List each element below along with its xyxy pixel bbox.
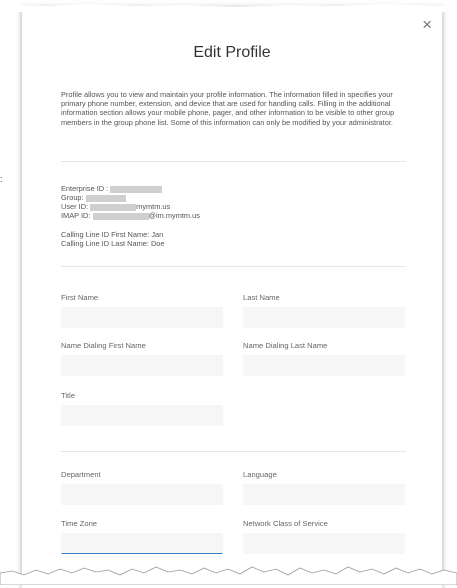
close-icon[interactable]: × — [422, 16, 432, 33]
redacted-user-id — [90, 203, 137, 211]
name-dialing-last-name-input[interactable] — [243, 355, 405, 376]
background-edge-glyph: : — [0, 174, 3, 184]
divider — [61, 266, 406, 267]
name-dialing-first-name-label: Name Dialing First Name — [61, 341, 146, 350]
group-label: Group: — [61, 193, 84, 202]
torn-top-edge — [16, 4, 446, 12]
network-class-of-service-label: Network Class of Service — [243, 519, 328, 528]
last-name-input[interactable] — [243, 307, 405, 328]
edit-profile-modal: × Edit Profile Profile allows you to vie… — [22, 8, 442, 588]
redacted-group — [85, 194, 126, 202]
calling-line-last-name: Calling Line ID Last Name: Doe — [61, 239, 165, 248]
user-id-row: User ID: mymtm.us — [61, 202, 170, 211]
imap-id-suffix: @im.mymtm.us — [148, 211, 200, 220]
title-input[interactable] — [61, 405, 223, 426]
time-zone-label: Time Zone — [61, 519, 98, 528]
intro-text: Profile allows you to view and maintain … — [61, 90, 395, 127]
first-name-input[interactable] — [61, 307, 223, 328]
divider — [61, 451, 406, 452]
department-input[interactable] — [61, 484, 223, 505]
enterprise-id-row: Enterprise ID : — [61, 184, 163, 193]
imap-id-row: IMAP ID: @im.mymtm.us — [61, 211, 200, 220]
modal-title: Edit Profile — [193, 44, 271, 61]
time-zone-select[interactable] — [61, 533, 223, 554]
imap-id-label: IMAP ID: — [61, 211, 91, 220]
last-name-label: Last Name — [243, 293, 280, 302]
user-id-suffix: mymtm.us — [136, 202, 171, 211]
enterprise-id-label: Enterprise ID : — [61, 184, 109, 193]
redacted-enterprise-id — [110, 185, 163, 193]
redacted-imap-id — [92, 212, 149, 220]
network-class-of-service-select[interactable] — [243, 533, 405, 554]
language-label: Language — [243, 470, 277, 479]
title-label: Title — [61, 391, 76, 400]
divider — [61, 161, 406, 162]
name-dialing-last-name-label: Name Dialing Last Name — [243, 341, 328, 350]
first-name-label: First Name — [61, 293, 99, 302]
user-id-label: User ID: — [61, 202, 91, 211]
name-dialing-first-name-input[interactable] — [61, 355, 223, 376]
language-select[interactable] — [243, 484, 405, 505]
calling-line-first-name: Calling Line ID First Name: Jan — [61, 230, 164, 239]
group-row: Group: — [61, 193, 126, 202]
department-label: Department — [61, 470, 101, 479]
torn-paper-edge — [0, 566, 457, 585]
